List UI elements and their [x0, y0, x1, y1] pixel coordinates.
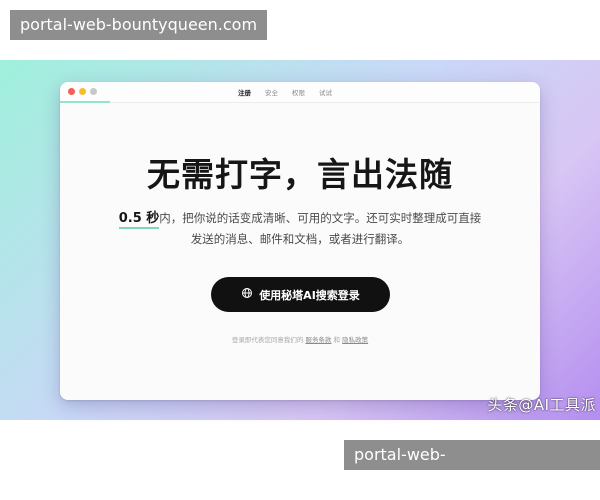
app-window: 注册 安全 权限 试试 无需打字，言出法随 0.5 秒内，把你说的话变成清晰、可… — [60, 82, 540, 400]
progress-bar — [60, 101, 110, 103]
privacy-policy-link[interactable]: 隐私政策 — [342, 336, 368, 344]
source-credit: 头条@AI工具派 — [487, 396, 596, 414]
latency-highlight: 0.5 秒 — [118, 211, 160, 229]
watermark-bottom: portal-web-bountyqueen.com — [344, 440, 600, 494]
tab-register[interactable]: 注册 — [238, 87, 251, 97]
tab-try[interactable]: 试试 — [319, 87, 332, 97]
close-window-button[interactable] — [68, 88, 75, 95]
tab-permissions[interactable]: 权限 — [292, 87, 305, 97]
terms-and: 和 — [333, 336, 341, 344]
subtitle-line-2: 发送的消息、邮件和文档，或者进行翻译。 — [190, 232, 410, 246]
watermark-top: portal-web-bountyqueen.com — [10, 10, 268, 40]
page-title: 无需打字，言出法随 — [147, 155, 453, 194]
window-titlebar: 注册 安全 权限 试试 — [60, 82, 540, 103]
terms-notice: 登录即代表您同意我们的 服务条款 和 隐私政策 — [60, 334, 540, 344]
tab-security[interactable]: 安全 — [265, 87, 278, 97]
maximize-window-button[interactable] — [90, 88, 97, 95]
page-subtitle: 0.5 秒内，把你说的话变成清晰、可用的文字。还可实时整理成可直接 发送的消息、… — [100, 208, 500, 249]
globe-icon — [241, 287, 253, 302]
subtitle-line-1: 内，把你说的话变成清晰、可用的文字。还可实时整理成可直接 — [159, 211, 482, 225]
login-button[interactable]: 使用秘塔AI搜索登录 — [211, 277, 390, 312]
terms-of-service-link[interactable]: 服务条款 — [305, 336, 331, 344]
minimize-window-button[interactable] — [79, 88, 86, 95]
login-button-label: 使用秘塔AI搜索登录 — [259, 288, 360, 302]
nav-tabs: 注册 安全 权限 试试 — [238, 82, 332, 102]
terms-prefix: 登录即代表您同意我们的 — [231, 336, 304, 344]
